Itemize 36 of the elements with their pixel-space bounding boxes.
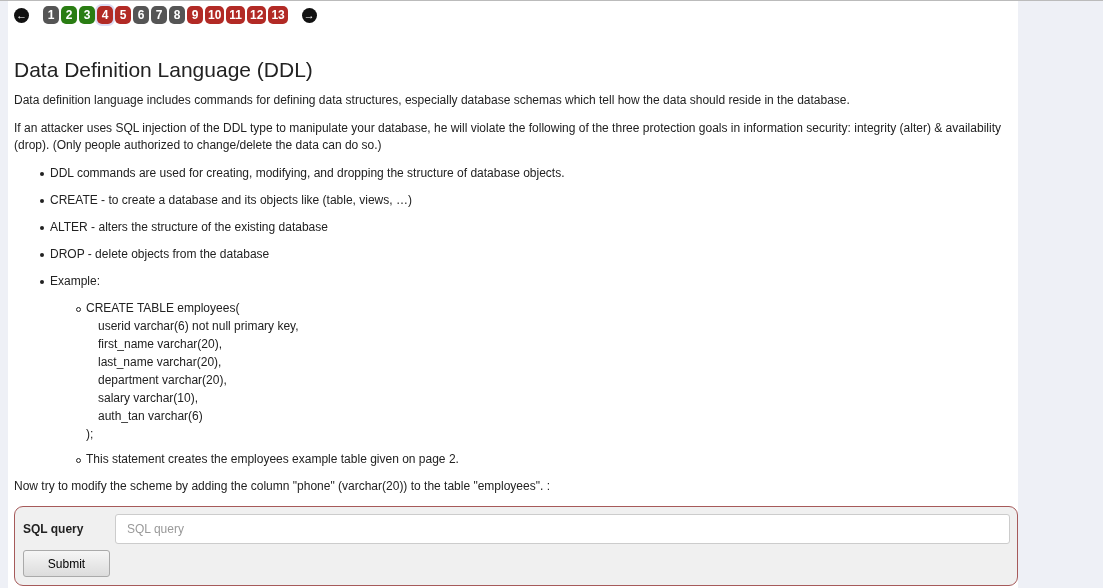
page-button[interactable]: 1 (43, 6, 59, 24)
page-button[interactable]: 2 (61, 6, 77, 24)
page-button[interactable]: 3 (79, 6, 95, 24)
page-button[interactable]: 13 (268, 6, 288, 24)
list-item-text: Example: (50, 274, 101, 288)
list-item-text: DDL commands are used for creating, modifying, and dropping the structure of database objects. (50, 166, 565, 180)
code-line: userid varchar(6) not null primary key, (98, 318, 300, 335)
instruction-text: Now try to modify the scheme by adding the column "phone" (varchar(20)) to the table "employees". : (14, 478, 551, 495)
code-line: first_name varchar(20), (98, 336, 224, 353)
paragraph: If an attacker uses SQL injection of the DDL type to manipulate your database, he will violate the following of the three protection goals in information security: integrity (alter) & availability (drop). (Only people authorized to change/delete the data can do so.) (14, 120, 1002, 154)
code-line: salary varchar(10), (98, 390, 200, 407)
page-button[interactable]: 11 (226, 6, 246, 24)
page-button[interactable]: 10 (205, 6, 225, 24)
field-label: SQL query (23, 522, 85, 536)
previous-page-button[interactable]: ← (14, 7, 29, 23)
page-title: Data Definition Language (DDL) (14, 58, 314, 82)
list-item-text: CREATE - to create a database and its objects like (table, views, …) (50, 193, 412, 207)
code-line: ); (86, 426, 95, 443)
list-item-text: This statement creates the employees example table given on page 2. (86, 452, 459, 466)
sql-query-field[interactable]: SQL query (115, 514, 1010, 544)
list-item-text: CREATE TABLE employees( (86, 301, 240, 315)
code-line: last_name varchar(20), (98, 354, 223, 371)
code-line: auth_tan varchar(6) (98, 408, 204, 425)
next-page-button[interactable]: → (301, 7, 317, 23)
paragraph: Data definition language includes commands for defining data structures, especially database schemas which tell how the data should reside in the database. (14, 92, 851, 109)
page-button[interactable]: 9 (187, 6, 203, 24)
list-item-text: DROP - delete objects from the database (50, 247, 270, 261)
page-button[interactable]: 5 (115, 6, 131, 24)
list-item-text: ALTER - alters the structure of the existing database (50, 220, 328, 234)
code-line: department varchar(20), (98, 372, 228, 389)
page-button[interactable]: 4 (97, 6, 113, 24)
page-button[interactable]: 12 (247, 6, 267, 24)
page-button[interactable]: 8 (169, 6, 185, 24)
submit-button[interactable]: Submit (23, 550, 110, 577)
page-button[interactable]: 6 (133, 6, 149, 24)
page-button[interactable]: 7 (151, 6, 167, 24)
